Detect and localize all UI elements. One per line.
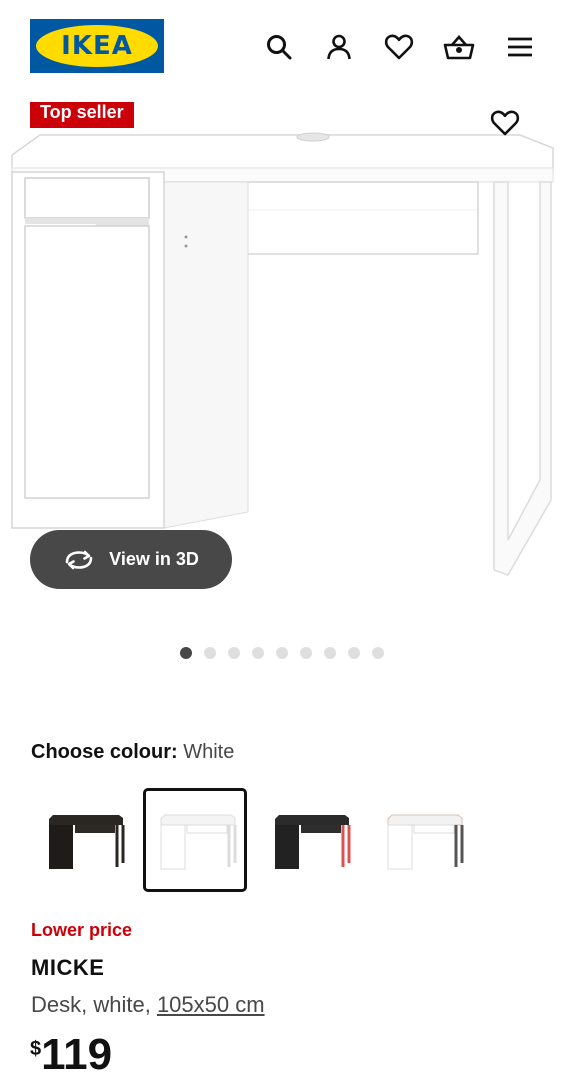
- colour-label: Choose colour:: [31, 741, 178, 763]
- carousel-dot[interactable]: [180, 647, 192, 659]
- product-description: Desk, white, 105x50 cm: [31, 992, 265, 1018]
- favourite-heart-icon[interactable]: [488, 106, 522, 140]
- carousel-dot[interactable]: [348, 647, 360, 659]
- lower-price-label: Lower price: [31, 920, 133, 940]
- carousel-dot[interactable]: [252, 647, 264, 659]
- colour-value: White: [183, 741, 235, 763]
- heart-icon[interactable]: [382, 30, 416, 64]
- menu-icon[interactable]: [503, 30, 537, 64]
- colour-swatch-white-anthracite[interactable]: [370, 788, 474, 892]
- colour-swatch-white[interactable]: [143, 788, 247, 892]
- product-name: MICKE: [31, 955, 105, 980]
- badge-label: Top seller: [40, 102, 124, 122]
- basket-icon[interactable]: [442, 30, 476, 64]
- carousel-dot[interactable]: [372, 647, 384, 659]
- account-icon[interactable]: [322, 30, 356, 64]
- carousel-dot[interactable]: [228, 647, 240, 659]
- carousel-dot[interactable]: [324, 647, 336, 659]
- carousel-dots: [180, 647, 384, 659]
- dimensions-link[interactable]: 105x50 cm: [157, 992, 265, 1017]
- logo-oval: IKEA: [36, 25, 158, 67]
- carousel-dot[interactable]: [204, 647, 216, 659]
- colour-chooser-heading: Choose colour: White: [31, 741, 234, 764]
- colour-swatch-black-brown[interactable]: [31, 788, 135, 892]
- product-image[interactable]: [0, 100, 567, 600]
- search-icon[interactable]: [262, 30, 296, 64]
- carousel-dot[interactable]: [300, 647, 312, 659]
- price-amount: 119: [41, 1030, 113, 1079]
- description-text: Desk, white,: [31, 992, 157, 1017]
- price-currency: $: [30, 1038, 42, 1060]
- ikea-logo[interactable]: IKEA: [30, 19, 164, 73]
- logo-text: IKEA: [61, 31, 133, 61]
- view-in-3d-label: View in 3D: [109, 549, 199, 569]
- rotate-icon: [63, 549, 95, 571]
- top-seller-badge: Top seller: [30, 102, 134, 128]
- carousel-dot[interactable]: [276, 647, 288, 659]
- product-price: $ 119: [30, 1030, 112, 1080]
- view-in-3d-button[interactable]: View in 3D: [30, 530, 232, 589]
- colour-swatch-anthracite-red[interactable]: [257, 788, 361, 892]
